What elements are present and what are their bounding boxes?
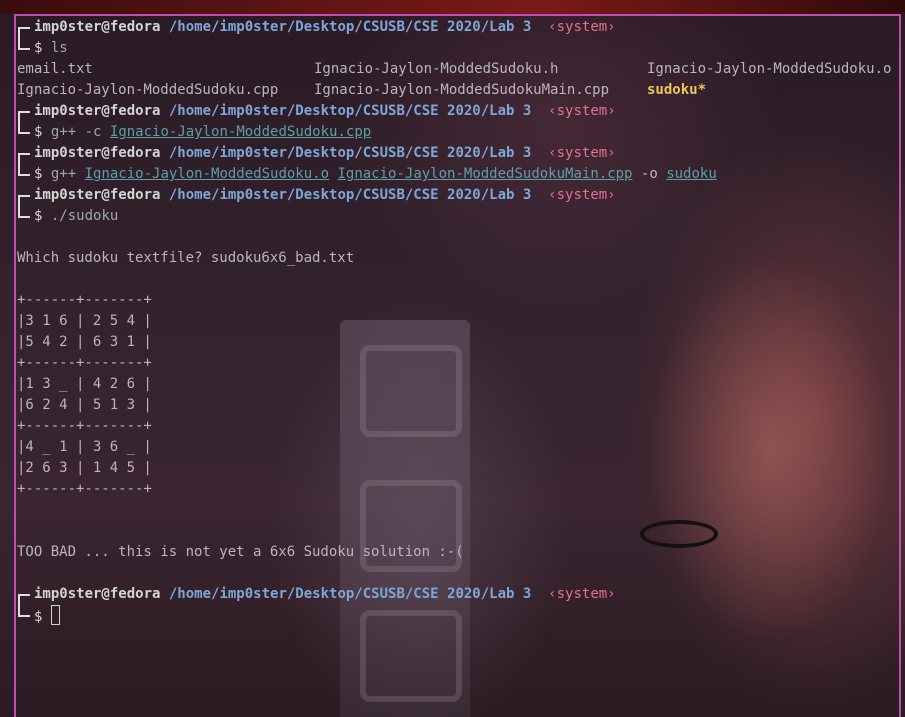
ls-entry: Ignacio-Jaylon-ModdedSudoku.o [647, 61, 892, 77]
prompt-user: imp0ster@fedora [34, 586, 161, 602]
ls-entry: Ignacio-Jaylon-ModdedSudokuMain.cpp [314, 82, 610, 98]
sudoku-board-row: |3 1 6 | 2 5 4 | [17, 313, 152, 329]
prompt-line: imp0ster@fedora /home/imp0ster/Desktop/C… [34, 101, 616, 122]
sudoku-board-row: |6 2 4 | 5 1 3 | [17, 397, 152, 413]
command-line: $ g++ Ignacio-Jaylon-ModdedSudoku.o Igna… [34, 164, 717, 185]
prompt-connector-bottom [18, 122, 30, 134]
sudoku-board-row: +------+-------+ [17, 418, 152, 434]
command-argument: Ignacio-Jaylon-ModdedSudoku.o [84, 166, 330, 182]
prompt-connector-bottom [18, 605, 30, 617]
prompt-line: imp0ster@fedora /home/imp0ster/Desktop/C… [34, 584, 616, 605]
prompt-user: imp0ster@fedora [34, 187, 161, 203]
prompt-connector-bottom [18, 38, 30, 50]
prompt-user: imp0ster@fedora [34, 103, 161, 119]
prompt-symbol: $ [34, 166, 43, 182]
ls-entry: email.txt [17, 61, 93, 77]
prompt-user: imp0ster@fedora [34, 145, 161, 161]
prompt-path: /home/imp0ster/Desktop/CSUSB/CSE 2020/La… [168, 19, 532, 35]
command-text: ls [50, 40, 68, 56]
terminal-viewport[interactable]: imp0ster@fedora /home/imp0ster/Desktop/C… [17, 17, 903, 717]
command-argument: Ignacio-Jaylon-ModdedSudoku.cpp [109, 124, 372, 140]
sudoku-board-row: +------+-------+ [17, 355, 152, 371]
sudoku-board-row: |2 6 3 | 1 4 5 | [17, 460, 152, 476]
prompt-line: imp0ster@fedora /home/imp0ster/Desktop/C… [34, 17, 616, 38]
active-command-line[interactable]: $ [34, 605, 60, 626]
prompt-symbol: $ [34, 124, 43, 140]
sudoku-board-row: +------+-------+ [17, 292, 152, 308]
sudoku-board-row: +------+-------+ [17, 481, 152, 497]
sudoku-board-row: |4 _ 1 | 3 6 _ | [17, 439, 152, 455]
prompt-symbol: $ [34, 40, 43, 56]
command-text: g++ [50, 166, 85, 182]
wallpaper-top-strip [0, 0, 905, 14]
prompt-path: /home/imp0ster/Desktop/CSUSB/CSE 2020/La… [168, 586, 532, 602]
prompt-line: imp0ster@fedora /home/imp0ster/Desktop/C… [34, 185, 616, 206]
prompt-symbol: $ [34, 208, 43, 224]
command-argument: sudoku [666, 166, 717, 182]
command-line: $ ls [34, 38, 68, 59]
ls-entry-executable: sudoku* [647, 82, 707, 98]
program-verdict: TOO BAD ... this is not yet a 6x6 Sudoku… [17, 544, 464, 560]
prompt-connector-bottom [18, 164, 30, 176]
command-flag: -o [632, 166, 667, 182]
ls-entry: Ignacio-Jaylon-ModdedSudoku.cpp [17, 82, 279, 98]
prompt-context: ‹system› [548, 187, 616, 203]
ls-entry: Ignacio-Jaylon-ModdedSudoku.h [314, 61, 559, 77]
command-argument: Ignacio-Jaylon-ModdedSudokuMain.cpp [337, 166, 633, 182]
prompt-connector-bottom [18, 206, 30, 218]
prompt-user: imp0ster@fedora [34, 19, 161, 35]
prompt-path: /home/imp0ster/Desktop/CSUSB/CSE 2020/La… [168, 103, 532, 119]
text-cursor[interactable] [50, 605, 60, 625]
sudoku-board-row: |5 4 2 | 6 3 1 | [17, 334, 152, 350]
prompt-context: ‹system› [548, 19, 616, 35]
prompt-context: ‹system› [548, 145, 616, 161]
sudoku-board-row: |1 3 _ | 4 2 6 | [17, 376, 152, 392]
command-text: ./sudoku [50, 208, 119, 224]
prompt-path: /home/imp0ster/Desktop/CSUSB/CSE 2020/La… [168, 187, 532, 203]
command-line: $ ./sudoku [34, 206, 118, 227]
prompt-context: ‹system› [548, 103, 616, 119]
prompt-symbol: $ [34, 609, 43, 625]
prompt-context: ‹system› [548, 586, 616, 602]
prompt-path: /home/imp0ster/Desktop/CSUSB/CSE 2020/La… [168, 145, 532, 161]
program-question: Which sudoku textfile? sudoku6x6_bad.txt [17, 250, 355, 266]
command-text: g++ -c [50, 124, 110, 140]
command-line: $ g++ -c Ignacio-Jaylon-ModdedSudoku.cpp [34, 122, 371, 143]
prompt-line: imp0ster@fedora /home/imp0ster/Desktop/C… [34, 143, 616, 164]
